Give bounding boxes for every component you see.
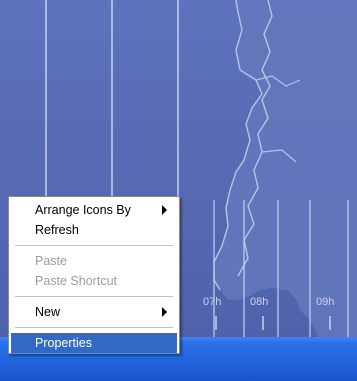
desktop-context-menu: Arrange Icons By Refresh Paste Paste Sho… [8, 196, 180, 354]
menu-item-label: Refresh [35, 223, 79, 237]
menu-separator [15, 327, 173, 328]
hour-label-09h: 09h [316, 296, 335, 308]
submenu-arrow-icon [162, 205, 167, 215]
menu-item-label: Properties [35, 336, 92, 350]
menu-item-label: New [35, 305, 61, 319]
menu-item-arrange-icons-by[interactable]: Arrange Icons By [11, 200, 177, 220]
menu-item-label: Paste Shortcut [35, 274, 117, 288]
hour-label-07h: 07h [203, 296, 222, 308]
hour-label-08h: 08h [250, 296, 269, 308]
menu-separator [15, 245, 173, 246]
submenu-arrow-icon [162, 307, 167, 317]
menu-item-refresh[interactable]: Refresh [11, 220, 177, 240]
menu-item-label: Arrange Icons By [35, 203, 131, 217]
menu-separator [15, 296, 173, 297]
menu-item-paste: Paste [11, 251, 177, 271]
menu-item-paste-shortcut: Paste Shortcut [11, 271, 177, 291]
menu-item-new[interactable]: New [11, 302, 177, 322]
menu-item-label: Paste [35, 254, 67, 268]
menu-item-properties[interactable]: Properties [11, 333, 177, 353]
